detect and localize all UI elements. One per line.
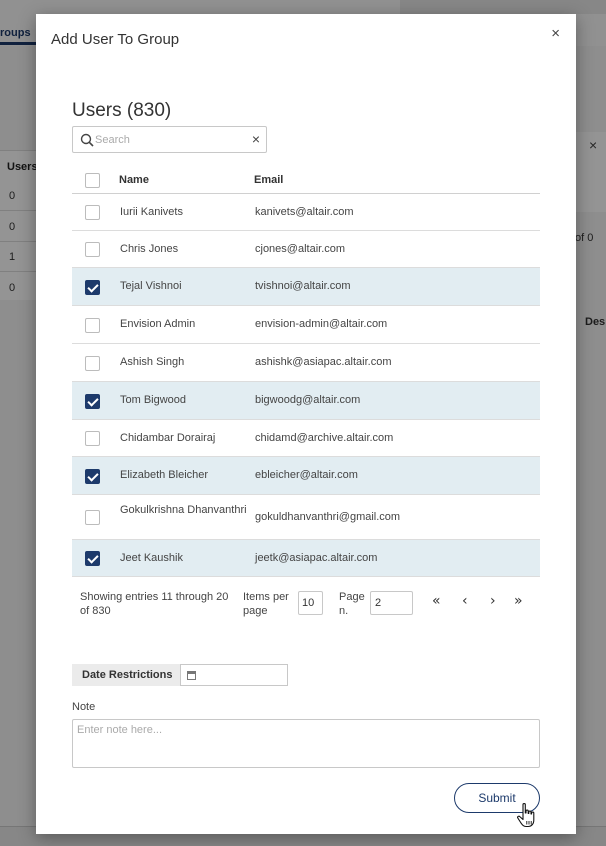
user-name-cell: Tejal Vishnoi	[120, 280, 182, 292]
user-email-cell: cjones@altair.com	[255, 243, 346, 255]
table-row[interactable]: Iurii Kanivets kanivets@altair.com	[72, 194, 540, 231]
row-checkbox[interactable]	[85, 431, 100, 446]
row-checkbox[interactable]	[85, 510, 100, 525]
user-email-cell: gokuldhanvanthri@gmail.com	[255, 511, 401, 523]
user-email-cell: envision-admin@altair.com	[255, 318, 388, 330]
user-name-cell: Iurii Kanivets	[120, 206, 183, 218]
users-table: Name Email Iurii Kanivets kanivets@altair…	[72, 168, 540, 577]
user-email-cell: bigwoodg@altair.com	[255, 394, 361, 406]
pagination: Showing entries 11 through 20 of 830 Ite…	[72, 588, 540, 628]
table-row[interactable]: Gokulkrishna Dhanvanthri gokuldhanvanthri…	[72, 495, 540, 540]
user-email-cell: ashishk@asiapac.altair.com	[255, 356, 392, 368]
search-icon	[80, 133, 94, 147]
hand-pointer-icon	[517, 803, 535, 828]
search-box: ×	[72, 126, 267, 153]
close-icon[interactable]: ×	[551, 26, 560, 42]
next-page-icon[interactable]: ›	[490, 593, 496, 609]
row-checkbox[interactable]	[85, 205, 100, 220]
calendar-icon	[187, 671, 196, 680]
items-per-page-label: Items per page	[243, 591, 289, 617]
page-number-label: Page n.	[339, 591, 365, 617]
table-row[interactable]: Tom Bigwood bigwoodg@altair.com	[72, 382, 540, 420]
clear-search-icon[interactable]: ×	[252, 131, 260, 147]
date-restrictions-input[interactable]	[180, 664, 288, 686]
table-row[interactable]: Envision Admin envision-admin@altair.com	[72, 306, 540, 344]
date-restrictions-label: Date Restrictions	[72, 664, 180, 686]
row-checkbox[interactable]	[85, 469, 100, 484]
table-body: Iurii Kanivets kanivets@altair.com Chris J…	[72, 194, 540, 577]
column-header-email: Email	[254, 174, 284, 186]
previous-page-icon[interactable]: ‹	[462, 593, 468, 609]
table-row[interactable]: Elizabeth Bleicher ebleicher@altair.com	[72, 457, 540, 495]
row-checkbox[interactable]	[85, 280, 100, 295]
row-checkbox[interactable]	[85, 394, 100, 409]
table-header: Name Email	[72, 168, 540, 194]
note-field[interactable]	[72, 719, 540, 768]
user-name-cell: Gokulkrishna Dhanvanthri	[120, 504, 247, 516]
table-row[interactable]: Chidambar Dorairaj chidamd@archive.altair…	[72, 420, 540, 457]
page-number-input[interactable]: 2	[370, 591, 413, 615]
add-user-to-group-dialog: Add User To Group × Users (830) × Name E…	[36, 14, 576, 834]
column-header-name: Name	[119, 174, 149, 186]
user-email-cell: tvishnoi@altair.com	[255, 280, 351, 292]
user-email-cell: chidamd@archive.altair.com	[255, 432, 394, 444]
table-row[interactable]: Tejal Vishnoi tvishnoi@altair.com	[72, 268, 540, 306]
first-page-icon[interactable]: «	[432, 593, 441, 609]
users-heading: Users (830)	[72, 100, 172, 121]
user-name-cell: Ashish Singh	[120, 356, 185, 368]
table-row[interactable]: Chris Jones cjones@altair.com	[72, 231, 540, 268]
last-page-icon[interactable]: »	[514, 593, 523, 609]
row-checkbox[interactable]	[85, 356, 100, 371]
user-name-cell: Elizabeth Bleicher	[120, 469, 209, 481]
user-name-cell: Chris Jones	[120, 243, 179, 255]
user-name-cell: Tom Bigwood	[120, 394, 187, 406]
items-per-page-input[interactable]: 10	[298, 591, 323, 615]
row-checkbox[interactable]	[85, 551, 100, 566]
table-row[interactable]: Jeet Kaushik jeetk@asiapac.altair.com	[72, 540, 540, 577]
user-email-cell: ebleicher@altair.com	[255, 469, 358, 481]
select-all-checkbox[interactable]	[85, 173, 100, 188]
search-input[interactable]	[95, 131, 245, 149]
pagination-info: Showing entries 11 through 20 of 830	[80, 591, 229, 617]
user-name-cell: Jeet Kaushik	[120, 552, 183, 564]
row-checkbox[interactable]	[85, 318, 100, 333]
dialog-title: Add User To Group	[51, 31, 180, 48]
user-email-cell: jeetk@asiapac.altair.com	[255, 552, 378, 564]
user-email-cell: kanivets@altair.com	[255, 206, 354, 218]
user-name-cell: Envision Admin	[120, 318, 196, 330]
user-name-cell: Chidambar Dorairaj	[120, 432, 216, 444]
note-label: Note	[72, 701, 96, 713]
table-row[interactable]: Ashish Singh ashishk@asiapac.altair.com	[72, 344, 540, 382]
row-checkbox[interactable]	[85, 242, 100, 257]
